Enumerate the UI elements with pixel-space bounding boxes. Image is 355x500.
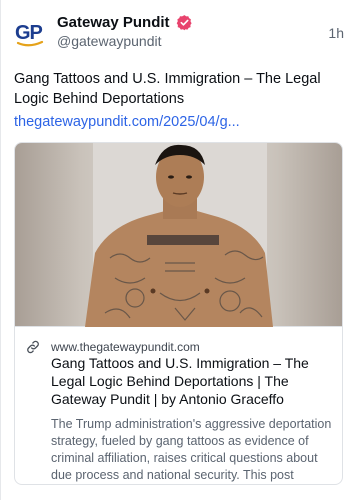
post-card[interactable]: GP Gateway Pundit @gatewaypundit 1h Gang… — [0, 0, 355, 500]
link-domain: www.thegatewaypundit.com — [51, 340, 200, 354]
link-preview-card[interactable]: www.thegatewaypundit.com Gang Tattoos an… — [14, 142, 343, 485]
author-handle[interactable]: @gatewaypundit — [57, 33, 162, 49]
verified-badge-icon — [176, 15, 192, 31]
post-timestamp[interactable]: 1h — [328, 25, 344, 41]
link-preview-image[interactable] — [15, 143, 342, 327]
author-name-row: Gateway Pundit — [57, 14, 193, 31]
gateway-pundit-logo: GP — [15, 22, 44, 47]
link-icon — [27, 340, 39, 354]
post-link[interactable]: thegatewaypundit.com/2025/04/g... — [14, 112, 342, 132]
link-preview-title[interactable]: Gang Tattoos and U.S. Immigration – The … — [51, 354, 335, 408]
post-text: Gang Tattoos and U.S. Immigration – The … — [14, 71, 321, 107]
link-preview-description: The Trump administration's aggressive de… — [51, 417, 332, 482]
avatar-initials: GP — [15, 22, 43, 44]
link-domain-row: www.thegatewaypundit.com — [25, 339, 200, 355]
author-display-name[interactable]: Gateway Pundit — [57, 14, 170, 31]
tattooed-man-photo — [85, 143, 273, 327]
post-header: GP Gateway Pundit @gatewaypundit 1h — [1, 0, 355, 64]
avatar[interactable]: GP — [15, 18, 45, 48]
